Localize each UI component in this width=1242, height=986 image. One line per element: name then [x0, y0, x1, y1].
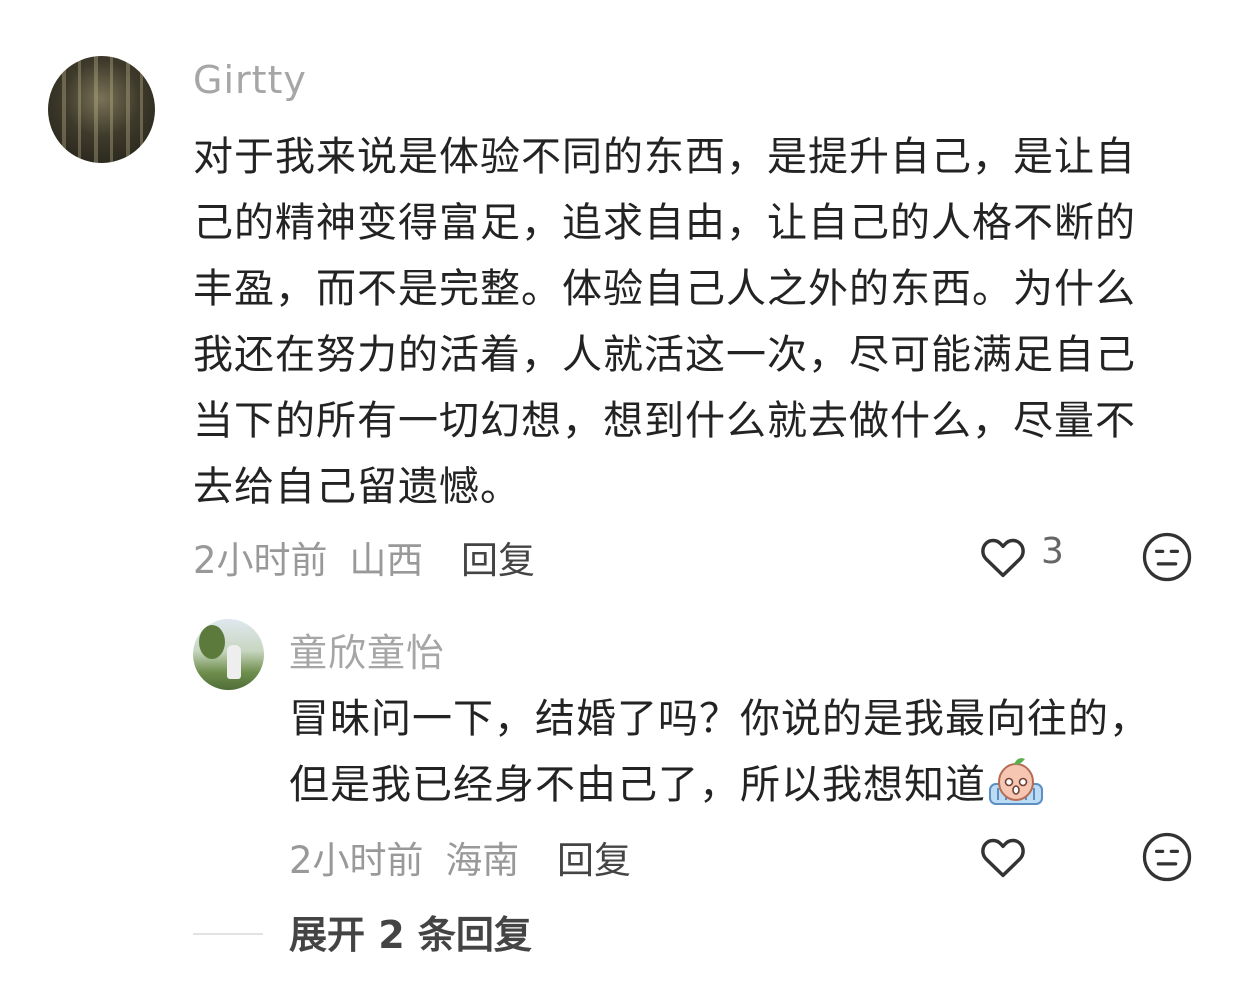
comment-line: 我还在努力的活着，人就活这一次，尽可能满足自己	[193, 332, 1136, 378]
reply-time: 2小时前	[289, 839, 424, 882]
comment-meta: 2小时前 山西	[193, 530, 423, 584]
heart-outline-icon[interactable]	[976, 531, 1030, 583]
crying-peach-emoji	[988, 754, 1044, 828]
meh-face-icon[interactable]	[1141, 831, 1193, 883]
reply-line-text: 但是我已经身不由己了，所以我想知道	[289, 762, 986, 808]
reply-line: 冒昧问一下，结婚了吗？你说的是我最向往的，	[289, 696, 1150, 742]
like-count: 3	[1041, 531, 1064, 572]
reply-meta: 2小时前 海南	[289, 830, 519, 884]
reply-user-avatar[interactable]	[193, 619, 264, 690]
expand-divider	[193, 933, 263, 935]
comment-line: 丰盈，而不是完整。体验自己人之外的东西。为什么	[193, 266, 1136, 312]
comment-username[interactable]: Girtty	[193, 58, 307, 102]
user-avatar[interactable]	[48, 56, 155, 163]
reply-line: 但是我已经身不由己了，所以我想知道	[289, 752, 1219, 828]
reply-body: 冒昧问一下，结婚了吗？你说的是我最向往的， 但是我已经身不由己了，所以我想知道	[289, 686, 1219, 828]
reply-button[interactable]: 回复	[461, 530, 535, 584]
comment-time: 2小时前	[193, 539, 328, 582]
heart-outline-icon[interactable]	[976, 831, 1030, 883]
reply-to-reply-button[interactable]: 回复	[557, 830, 631, 884]
meh-face-icon[interactable]	[1141, 531, 1193, 583]
expand-replies-button[interactable]: 展开 2 条回复	[289, 904, 532, 959]
reply-location: 海南	[445, 839, 520, 882]
comment-line: 对于我来说是体验不同的东西，是提升自己，是让自	[193, 134, 1136, 180]
comment-body: 对于我来说是体验不同的东西，是提升自己，是让自 己的精神变得富足，追求自由，让自…	[193, 124, 1136, 520]
comment-line: 去给自己留遗憾。	[193, 464, 521, 510]
reply-username[interactable]: 童欣童怡	[289, 622, 445, 677]
comment-line: 己的精神变得富足，追求自由，让自己的人格不断的	[193, 200, 1136, 246]
comment-location: 山西	[349, 539, 424, 582]
comment-line: 当下的所有一切幻想，想到什么就去做什么，尽量不	[193, 398, 1136, 444]
